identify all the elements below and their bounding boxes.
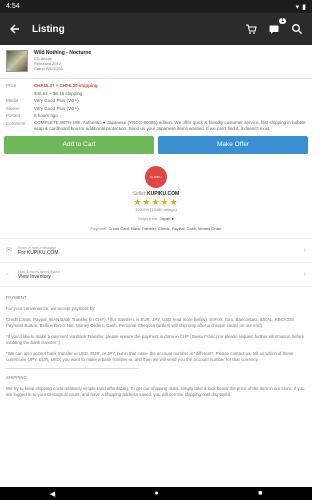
detail-label: Price	[6, 83, 17, 88]
back-nav-icon[interactable]: ◀	[50, 490, 55, 498]
detail-row-sleeve: Sleeve Very Good Plus (VG+)	[6, 105, 306, 113]
back-arrow-icon[interactable]	[8, 22, 22, 36]
battery-icon: ▮	[302, 3, 306, 11]
seller-stars: ★★★★★	[0, 197, 312, 207]
chevron-right-icon: ›	[303, 270, 306, 278]
detail-value: 6 hours ago	[34, 113, 58, 119]
divider	[6, 367, 138, 369]
recents-nav-icon[interactable]: ■	[258, 490, 262, 497]
status-bar: 4:54 ▾ ▮	[0, 0, 312, 13]
detail-label: Posted	[6, 113, 21, 119]
bank-transfer-note: *If you'd like to make a payment via Ban…	[6, 333, 305, 345]
status-icons: ▾ ▮	[296, 3, 306, 11]
payment-heading: PAYMENT	[6, 294, 27, 300]
status-time: 4:54	[6, 3, 20, 10]
star-icon: ★	[151, 196, 161, 207]
price-value: CHF45.37 + CHF6.00 shipping	[34, 83, 98, 88]
detail-label: Comment	[6, 120, 26, 126]
action-buttons: Add to Cart Make Offer	[0, 135, 312, 154]
album-cover-image	[6, 50, 28, 72]
messages-badge: 1	[279, 18, 286, 24]
seller-section: KUPIKU Seller KUPIKU.COM ★★★★★ 100.0% (1…	[0, 154, 312, 232]
detail-label: Media	[6, 98, 19, 104]
listing-details: Price CHF45.37 + CHF6.00 shipping $46.62…	[0, 79, 312, 132]
home-nav-icon[interactable]: ●	[154, 490, 158, 497]
send-message-target: For KUPIKU.COM	[18, 249, 59, 256]
shipping-heading: SHIPPING	[6, 374, 27, 380]
japan-flag-icon: ●	[171, 215, 174, 221]
message-icon: ✉	[6, 247, 12, 255]
detail-label: Sleeve	[6, 105, 20, 111]
detail-value: Very Good Plus (VG+)	[34, 105, 79, 111]
comment-value: COMPLETE WITH OBI. Authentic ● Japanese …	[34, 119, 306, 131]
wifi-icon: ▾	[295, 3, 300, 11]
inventory-link: View Inventory	[18, 273, 51, 280]
seller-terms: PAYMENT For your convenience, we accept …	[0, 285, 312, 398]
star-icon: ★	[160, 196, 170, 207]
payment-label: Payment:	[90, 225, 108, 231]
system-nav-bar: ◀ ● ■	[0, 487, 312, 500]
ships-from-value: Japan	[159, 215, 171, 221]
detail-row-comment: Comment COMPLETE WITH OBI. Authentic ● J…	[6, 120, 306, 132]
payment-methods: Credit Cards, Paypal, IBAN Bank Transfer…	[6, 316, 295, 328]
payment-line: Payment: Credit Card, Bank Transfer, Che…	[0, 226, 312, 232]
payment-value: Credit Card, Bank Transfer, Check, PayPa…	[108, 225, 222, 231]
detail-value: Very Good Plus (VG+)	[34, 98, 79, 104]
release-catno: Catno WIG0296	[34, 66, 63, 71]
tag-icon: ◦	[6, 270, 9, 278]
star-icon: ★	[169, 196, 179, 207]
search-icon[interactable]	[290, 22, 304, 36]
ships-from-label: Ships from:	[138, 215, 159, 221]
ships-from-line: Ships from: Japan ●	[0, 216, 312, 222]
cart-icon[interactable]	[244, 22, 258, 36]
release-header[interactable]: Wild Nothing - Nocturne CD Album Release…	[0, 45, 312, 79]
seller-logo: KUPIKU	[145, 165, 167, 188]
shipping-text: We try to keep shipping costs relatively…	[6, 385, 305, 397]
currency-note: *We can also accept bank transfer in USD…	[6, 350, 294, 362]
detail-row-price: Price CHF45.37 + CHF6.00 shipping $46.62…	[6, 82, 306, 97]
payment-intro: For your convenience, we accept payment …	[6, 305, 96, 311]
detail-row-posted: Posted 6 hours ago	[6, 112, 306, 120]
add-to-cart-button[interactable]: Add to Cart	[4, 135, 154, 154]
view-inventory-row[interactable]: ◦ Has 4 more items listed View Inventory…	[0, 261, 312, 286]
price-converted: $46.62 + $6.16 shipping	[34, 90, 83, 96]
detail-row-media: Media Very Good Plus (VG+)	[6, 97, 306, 105]
chevron-right-icon: ›	[303, 246, 306, 254]
page-title: Listing	[32, 23, 65, 35]
messages-icon[interactable]: 1	[267, 18, 286, 36]
make-offer-button[interactable]: Make Offer	[158, 135, 308, 154]
star-icon: ★	[133, 196, 143, 207]
seller-rating: 100.0% (13480 ratings)	[135, 206, 177, 212]
app-bar: Listing 1	[0, 13, 312, 45]
send-message-row[interactable]: ✉ Send a new message For KUPIKU.COM ›	[0, 237, 312, 262]
